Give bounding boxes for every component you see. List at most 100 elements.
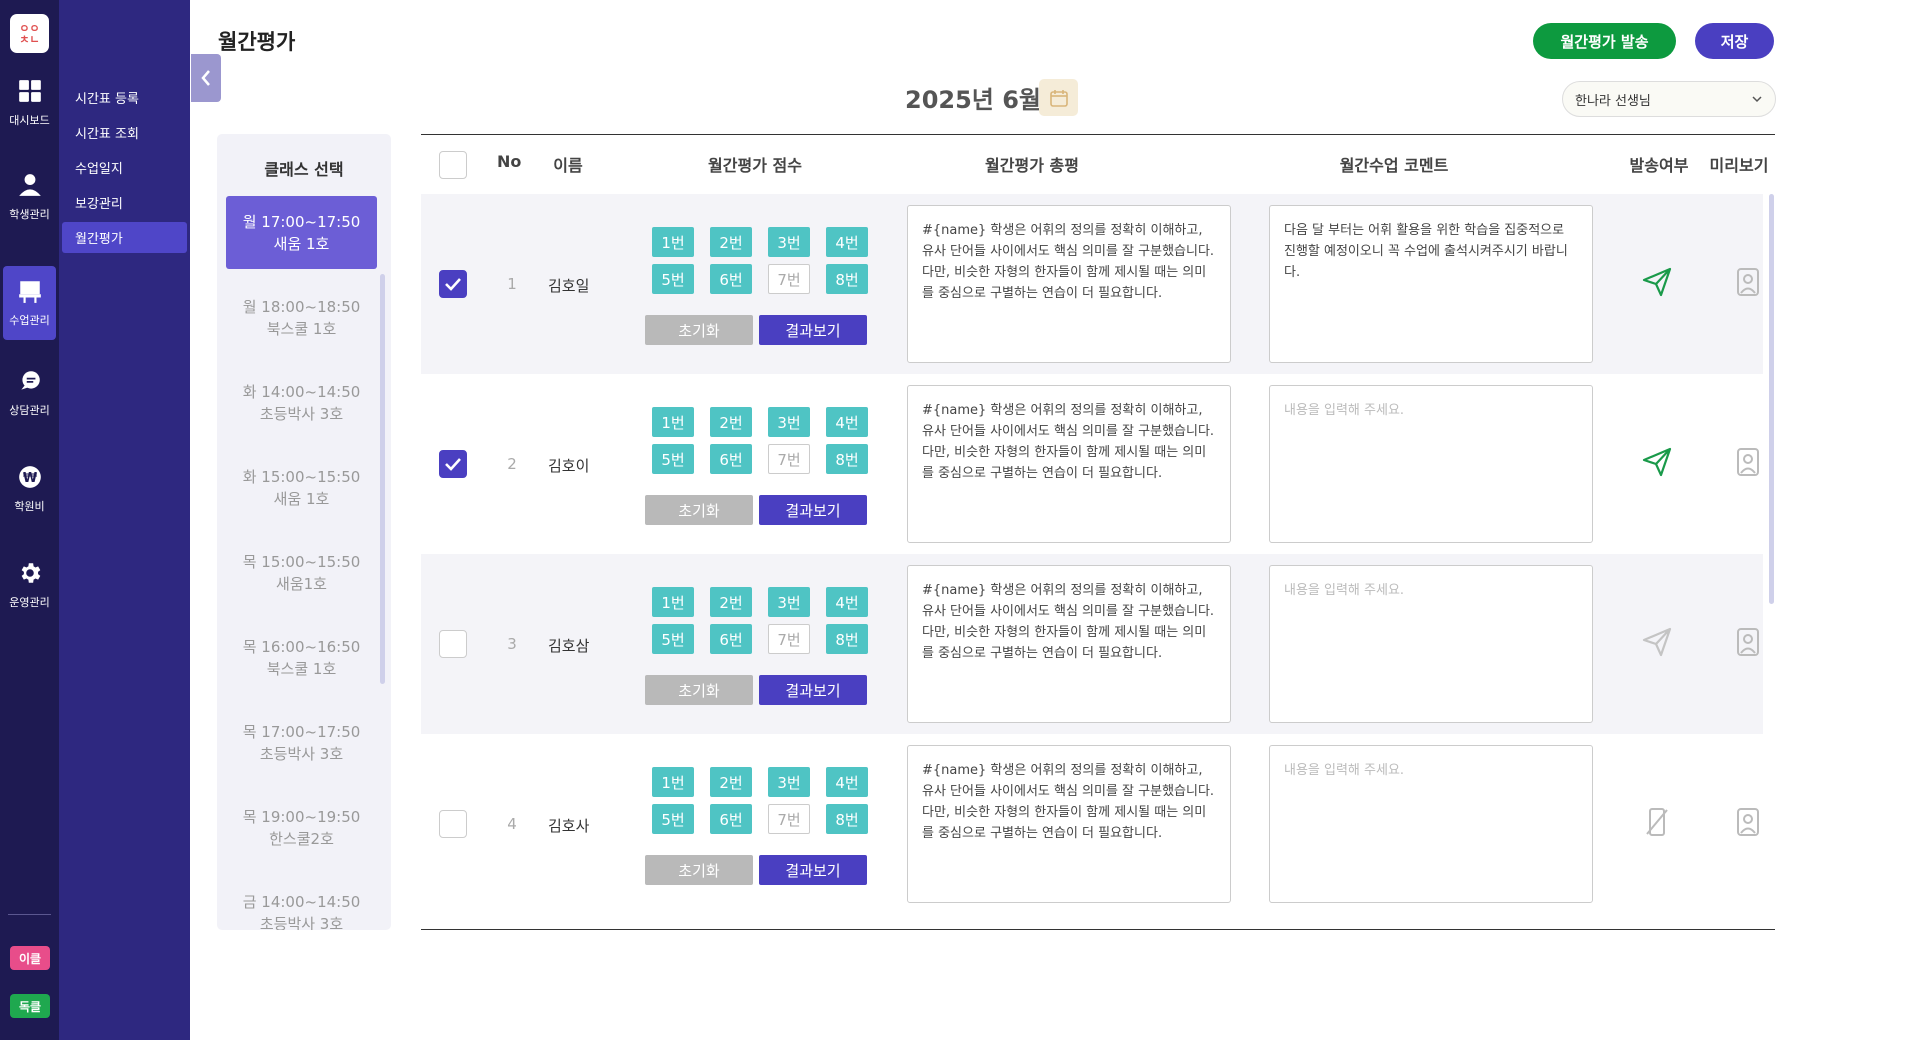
row-checkbox[interactable] [439,270,467,298]
save-button[interactable]: 저장 [1695,23,1774,59]
row-checkbox[interactable] [439,810,467,838]
class-name: 북스쿨 1호 [266,659,337,678]
student-name: 김호사 [548,817,590,835]
submenu-item-makeup[interactable]: 보강관리 [62,187,187,218]
score-button-4[interactable]: 4번 [826,767,868,797]
score-button-5[interactable]: 5번 [652,444,694,474]
score-button-6[interactable]: 6번 [710,624,752,654]
score-button-8[interactable]: 8번 [826,444,868,474]
score-button-6[interactable]: 6번 [710,264,752,294]
comment-textarea[interactable]: 내용을 입력해 주세요. [1269,565,1593,723]
score-button-7[interactable]: 7번 [768,444,810,474]
class-item[interactable]: 화 15:00~15:50 새움 1호 [226,451,377,524]
score-button-1[interactable]: 1번 [652,407,694,437]
review-textarea[interactable]: #{name} 학생은 어휘의 정의를 정확히 이해하고, 유사 단어들 사이에… [907,205,1231,363]
collapse-sidebar-button[interactable] [191,54,221,102]
score-button-3[interactable]: 3번 [768,767,810,797]
score-button-1[interactable]: 1번 [652,767,694,797]
rail-item-counsel[interactable]: 상담관리 [3,356,56,430]
score-button-2[interactable]: 2번 [710,227,752,257]
score-button-7[interactable]: 7번 [768,624,810,654]
teacher-select[interactable]: 한나라 선생님 [1562,81,1776,117]
send-monthly-eval-button[interactable]: 월간평가 발송 [1533,23,1676,59]
submenu-item-timetable-view[interactable]: 시간표 조회 [62,117,187,148]
score-button-8[interactable]: 8번 [826,804,868,834]
class-item[interactable]: 목 19:00~19:50 한스쿨2호 [226,791,377,864]
class-panel-scrollbar[interactable] [380,274,385,684]
app-logo[interactable]: ㅇㅇ ㅊㄴ [10,14,49,53]
chat-icon [20,371,40,390]
class-item[interactable]: 금 14:00~14:50 초등박사 3호 [226,876,377,931]
score-button-3[interactable]: 3번 [768,407,810,437]
preview-icon[interactable] [1730,804,1766,840]
send-icon[interactable] [1639,264,1675,300]
score-button-4[interactable]: 4번 [826,587,868,617]
score-button-7[interactable]: 7번 [768,804,810,834]
submenu: 시간표 등록 시간표 조회 수업일지 보강관리 월간평가 [59,0,190,1040]
score-button-2[interactable]: 2번 [710,587,752,617]
score-button-5[interactable]: 5번 [652,804,694,834]
row-checkbox[interactable] [439,630,467,658]
reset-button[interactable]: 초기화 [645,675,753,705]
class-item[interactable]: 월 17:00~17:50 새움 1호 [226,196,377,269]
score-button-2[interactable]: 2번 [710,407,752,437]
view-result-button[interactable]: 결과보기 [759,495,867,525]
score-button-8[interactable]: 8번 [826,624,868,654]
calendar-button[interactable] [1039,79,1078,116]
score-button-1[interactable]: 1번 [652,227,694,257]
class-name: 초등박사 3호 [259,744,344,763]
class-time: 화 15:00~15:50 [242,467,361,486]
send-icon[interactable] [1639,444,1675,480]
reset-button[interactable]: 초기화 [645,495,753,525]
badge-ikl[interactable]: 이클 [10,946,50,970]
submenu-item-monthly-eval[interactable]: 월간평가 [62,222,187,253]
score-button-5[interactable]: 5번 [652,624,694,654]
score-button-8[interactable]: 8번 [826,264,868,294]
comment-textarea[interactable]: 내용을 입력해 주세요. [1269,745,1593,903]
class-time: 목 17:00~17:50 [242,722,361,741]
comment-textarea[interactable]: 내용을 입력해 주세요. [1269,385,1593,543]
score-button-4[interactable]: 4번 [826,407,868,437]
table-scrollbar[interactable] [1769,194,1774,604]
score-button-6[interactable]: 6번 [710,804,752,834]
preview-icon[interactable] [1730,444,1766,480]
review-textarea[interactable]: #{name} 학생은 어휘의 정의를 정확히 이해하고, 유사 단어들 사이에… [907,745,1231,903]
send-icon[interactable] [1639,624,1675,660]
rail-item-classes[interactable]: 수업관리 [3,266,56,340]
badge-dokl[interactable]: 독클 [10,994,50,1018]
rail-item-students[interactable]: 학생관리 [3,160,56,234]
score-button-5[interactable]: 5번 [652,264,694,294]
score-button-2[interactable]: 2번 [710,767,752,797]
class-item[interactable]: 목 16:00~16:50 북스쿨 1호 [226,621,377,694]
score-button-7[interactable]: 7번 [768,264,810,294]
view-result-button[interactable]: 결과보기 [759,315,867,345]
submenu-item-class-log[interactable]: 수업일지 [62,152,187,183]
score-button-3[interactable]: 3번 [768,227,810,257]
row-checkbox[interactable] [439,450,467,478]
review-textarea[interactable]: #{name} 학생은 어휘의 정의를 정확히 이해하고, 유사 단어들 사이에… [907,565,1231,723]
class-item[interactable]: 화 14:00~14:50 초등박사 3호 [226,366,377,439]
comment-textarea[interactable]: 다음 달 부터는 어휘 활용을 위한 학습을 집중적으로 진행할 예정이오니 꼭… [1269,205,1593,363]
preview-icon[interactable] [1730,264,1766,300]
score-button-3[interactable]: 3번 [768,587,810,617]
preview-icon[interactable] [1730,624,1766,660]
rail-item-dashboard[interactable]: 대시보드 [3,66,56,140]
rail-item-operations[interactable]: 운영관리 [3,548,56,622]
class-item[interactable]: 목 15:00~15:50 새움1호 [226,536,377,609]
score-button-4[interactable]: 4번 [826,227,868,257]
review-textarea[interactable]: #{name} 학생은 어휘의 정의를 정확히 이해하고, 유사 단어들 사이에… [907,385,1231,543]
view-result-button[interactable]: 결과보기 [759,855,867,885]
score-button-6[interactable]: 6번 [710,444,752,474]
rail-item-tuition[interactable]: ₩ 학원비 [3,452,56,526]
class-time: 월 17:00~17:50 [242,212,361,231]
submenu-item-timetable-register[interactable]: 시간표 등록 [62,82,187,113]
class-item[interactable]: 월 18:00~18:50 북스쿨 1호 [226,281,377,354]
reset-button[interactable]: 초기화 [645,315,753,345]
student-name: 김호삼 [548,637,590,655]
score-button-1[interactable]: 1번 [652,587,694,617]
reset-button[interactable]: 초기화 [645,855,753,885]
table-row: 2 김호이 1번 2번 3번 4번 5번 6번 7번 8번 초기화 결과보기 #… [421,374,1763,554]
view-result-button[interactable]: 결과보기 [759,675,867,705]
select-all-checkbox[interactable] [439,151,467,179]
class-item[interactable]: 목 17:00~17:50 초등박사 3호 [226,706,377,779]
